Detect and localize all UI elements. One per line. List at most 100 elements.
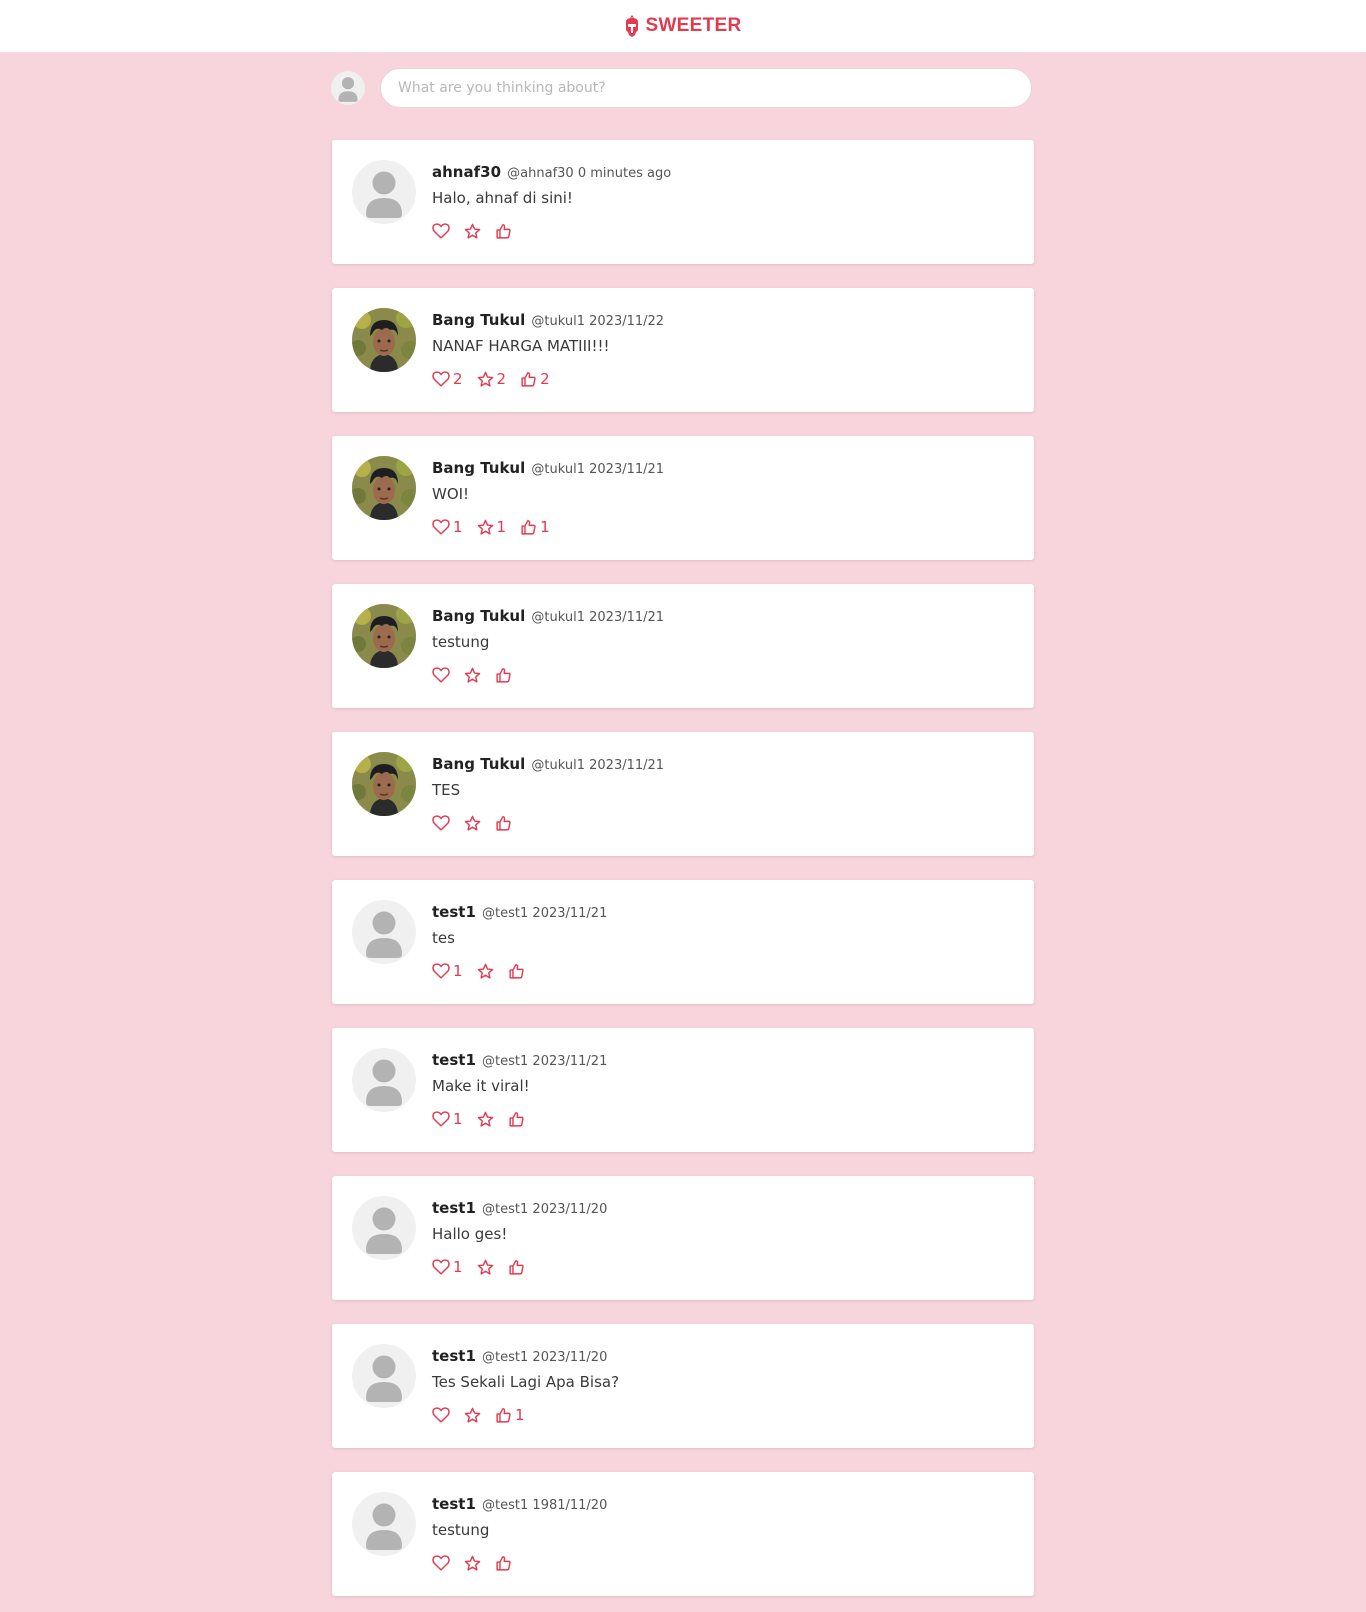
post-actions — [432, 221, 1014, 241]
like-button[interactable] — [432, 1407, 450, 1423]
post-composer — [331, 68, 1034, 108]
thumbs-up-icon — [508, 963, 524, 979]
author-avatar[interactable] — [352, 752, 416, 816]
post-time: 0 minutes ago — [577, 166, 672, 181]
star-button[interactable] — [464, 1555, 481, 1572]
author-avatar[interactable] — [352, 1344, 416, 1408]
star-button[interactable]: 1 — [477, 518, 507, 536]
like-button[interactable] — [432, 667, 450, 683]
user-photo-icon — [352, 456, 416, 520]
star-count: 1 — [496, 518, 507, 536]
author-name[interactable]: test1 — [432, 1495, 476, 1513]
like-count: 1 — [453, 1110, 463, 1128]
star-button[interactable] — [464, 1407, 481, 1424]
default-user-icon — [366, 1355, 402, 1402]
default-user-icon — [366, 1503, 402, 1550]
like-button[interactable]: 1 — [432, 518, 463, 536]
thumbs-up-button[interactable] — [508, 1111, 525, 1128]
author-avatar[interactable] — [352, 308, 416, 372]
post-card: ahnaf30 @ahnaf30 0 minutes ago Halo, ahn… — [332, 140, 1034, 264]
author-avatar[interactable] — [352, 900, 416, 964]
star-button[interactable] — [477, 1259, 494, 1276]
like-button[interactable] — [432, 815, 450, 831]
like-button[interactable]: 1 — [432, 962, 463, 980]
post-actions — [432, 665, 1014, 685]
star-icon — [464, 223, 481, 239]
post-actions — [432, 813, 1014, 833]
post-body: test1 @test1 2023/11/20 Hallo ges! 1 — [432, 1198, 1014, 1277]
thumbs-up-button[interactable] — [495, 223, 512, 240]
author-name[interactable]: Bang Tukul — [432, 755, 525, 773]
like-button[interactable]: 1 — [432, 1258, 463, 1276]
thumbs-up-icon — [508, 1111, 524, 1127]
post-actions: 1 — [432, 1109, 1014, 1129]
thumbs-up-count: 2 — [540, 370, 550, 388]
star-icon — [464, 1555, 481, 1571]
like-button[interactable] — [432, 223, 450, 239]
post-meta: test1 @test1 2023/11/21 — [432, 1050, 1014, 1072]
user-photo-icon — [352, 752, 416, 816]
post-text: WOI! — [432, 485, 470, 503]
like-button[interactable] — [432, 1555, 450, 1571]
post-meta: Bang Tukul @tukul1 2023/11/21 — [432, 606, 1014, 628]
thumbs-up-button[interactable] — [495, 667, 512, 684]
star-button[interactable] — [477, 1111, 494, 1128]
post-time: 2023/11/21 — [589, 462, 665, 477]
compose-input[interactable] — [380, 68, 1032, 108]
post-meta: test1 @test1 2023/11/21 — [432, 902, 1014, 924]
post-text: Halo, ahnaf di sini! — [432, 189, 573, 207]
author-name[interactable]: test1 — [432, 1199, 476, 1217]
post-meta: ahnaf30 @ahnaf30 0 minutes ago — [432, 162, 1014, 184]
author-name[interactable]: test1 — [432, 1347, 476, 1365]
thumbs-up-button[interactable] — [495, 1555, 512, 1572]
like-button[interactable]: 1 — [432, 1110, 463, 1128]
author-avatar[interactable] — [352, 1048, 416, 1112]
star-button[interactable] — [477, 963, 494, 980]
star-button[interactable] — [464, 223, 481, 240]
thumbs-up-button[interactable]: 1 — [495, 1406, 525, 1424]
post-time: 2023/11/21 — [532, 906, 608, 921]
author-name[interactable]: test1 — [432, 1051, 476, 1069]
thumbs-up-count: 1 — [515, 1406, 525, 1424]
post-time: 1981/11/20 — [532, 1498, 608, 1513]
star-button[interactable] — [464, 815, 481, 832]
author-name[interactable]: Bang Tukul — [432, 459, 525, 477]
current-user-avatar[interactable] — [331, 71, 365, 105]
like-count: 1 — [453, 518, 463, 536]
like-button[interactable]: 2 — [432, 370, 463, 388]
author-handle: @test1 — [482, 1054, 529, 1069]
post-card: test1 @test1 2023/11/20 Hallo ges! 1 — [332, 1176, 1034, 1300]
post-time: 2023/11/20 — [532, 1202, 608, 1217]
heart-icon — [432, 1555, 450, 1571]
author-name[interactable]: Bang Tukul — [432, 607, 525, 625]
star-button[interactable] — [464, 667, 481, 684]
post-body: Bang Tukul @tukul1 2023/11/21 WOI! 1 1 1 — [432, 458, 1014, 537]
author-avatar[interactable] — [352, 604, 416, 668]
thumbs-up-button[interactable]: 1 — [520, 518, 550, 536]
post-time: 2023/11/20 — [532, 1350, 608, 1365]
author-avatar[interactable] — [352, 160, 416, 224]
brand-logo[interactable]: SWEETER — [624, 15, 741, 37]
post-actions: 1 1 1 — [432, 517, 1014, 537]
author-handle: @test1 — [482, 1498, 529, 1513]
thumbs-up-button[interactable]: 2 — [520, 370, 550, 388]
thumbs-up-button[interactable] — [508, 963, 525, 980]
star-button[interactable]: 2 — [477, 370, 506, 388]
heart-icon — [432, 667, 450, 683]
heart-icon — [432, 1259, 450, 1275]
thumbs-up-button[interactable] — [495, 815, 512, 832]
author-avatar[interactable] — [352, 1492, 416, 1556]
author-avatar[interactable] — [352, 1196, 416, 1260]
author-name[interactable]: test1 — [432, 903, 476, 921]
thumbs-up-icon — [521, 371, 536, 387]
author-avatar[interactable] — [352, 456, 416, 520]
star-icon — [477, 519, 493, 535]
top-bar: SWEETER — [0, 0, 1366, 52]
post-text: TES — [432, 781, 461, 799]
thumbs-up-button[interactable] — [508, 1259, 525, 1276]
thumbs-up-icon — [496, 667, 511, 683]
heart-icon — [432, 223, 450, 239]
author-name[interactable]: Bang Tukul — [432, 311, 525, 329]
author-name[interactable]: ahnaf30 — [432, 163, 501, 181]
helmet-icon — [626, 15, 639, 37]
